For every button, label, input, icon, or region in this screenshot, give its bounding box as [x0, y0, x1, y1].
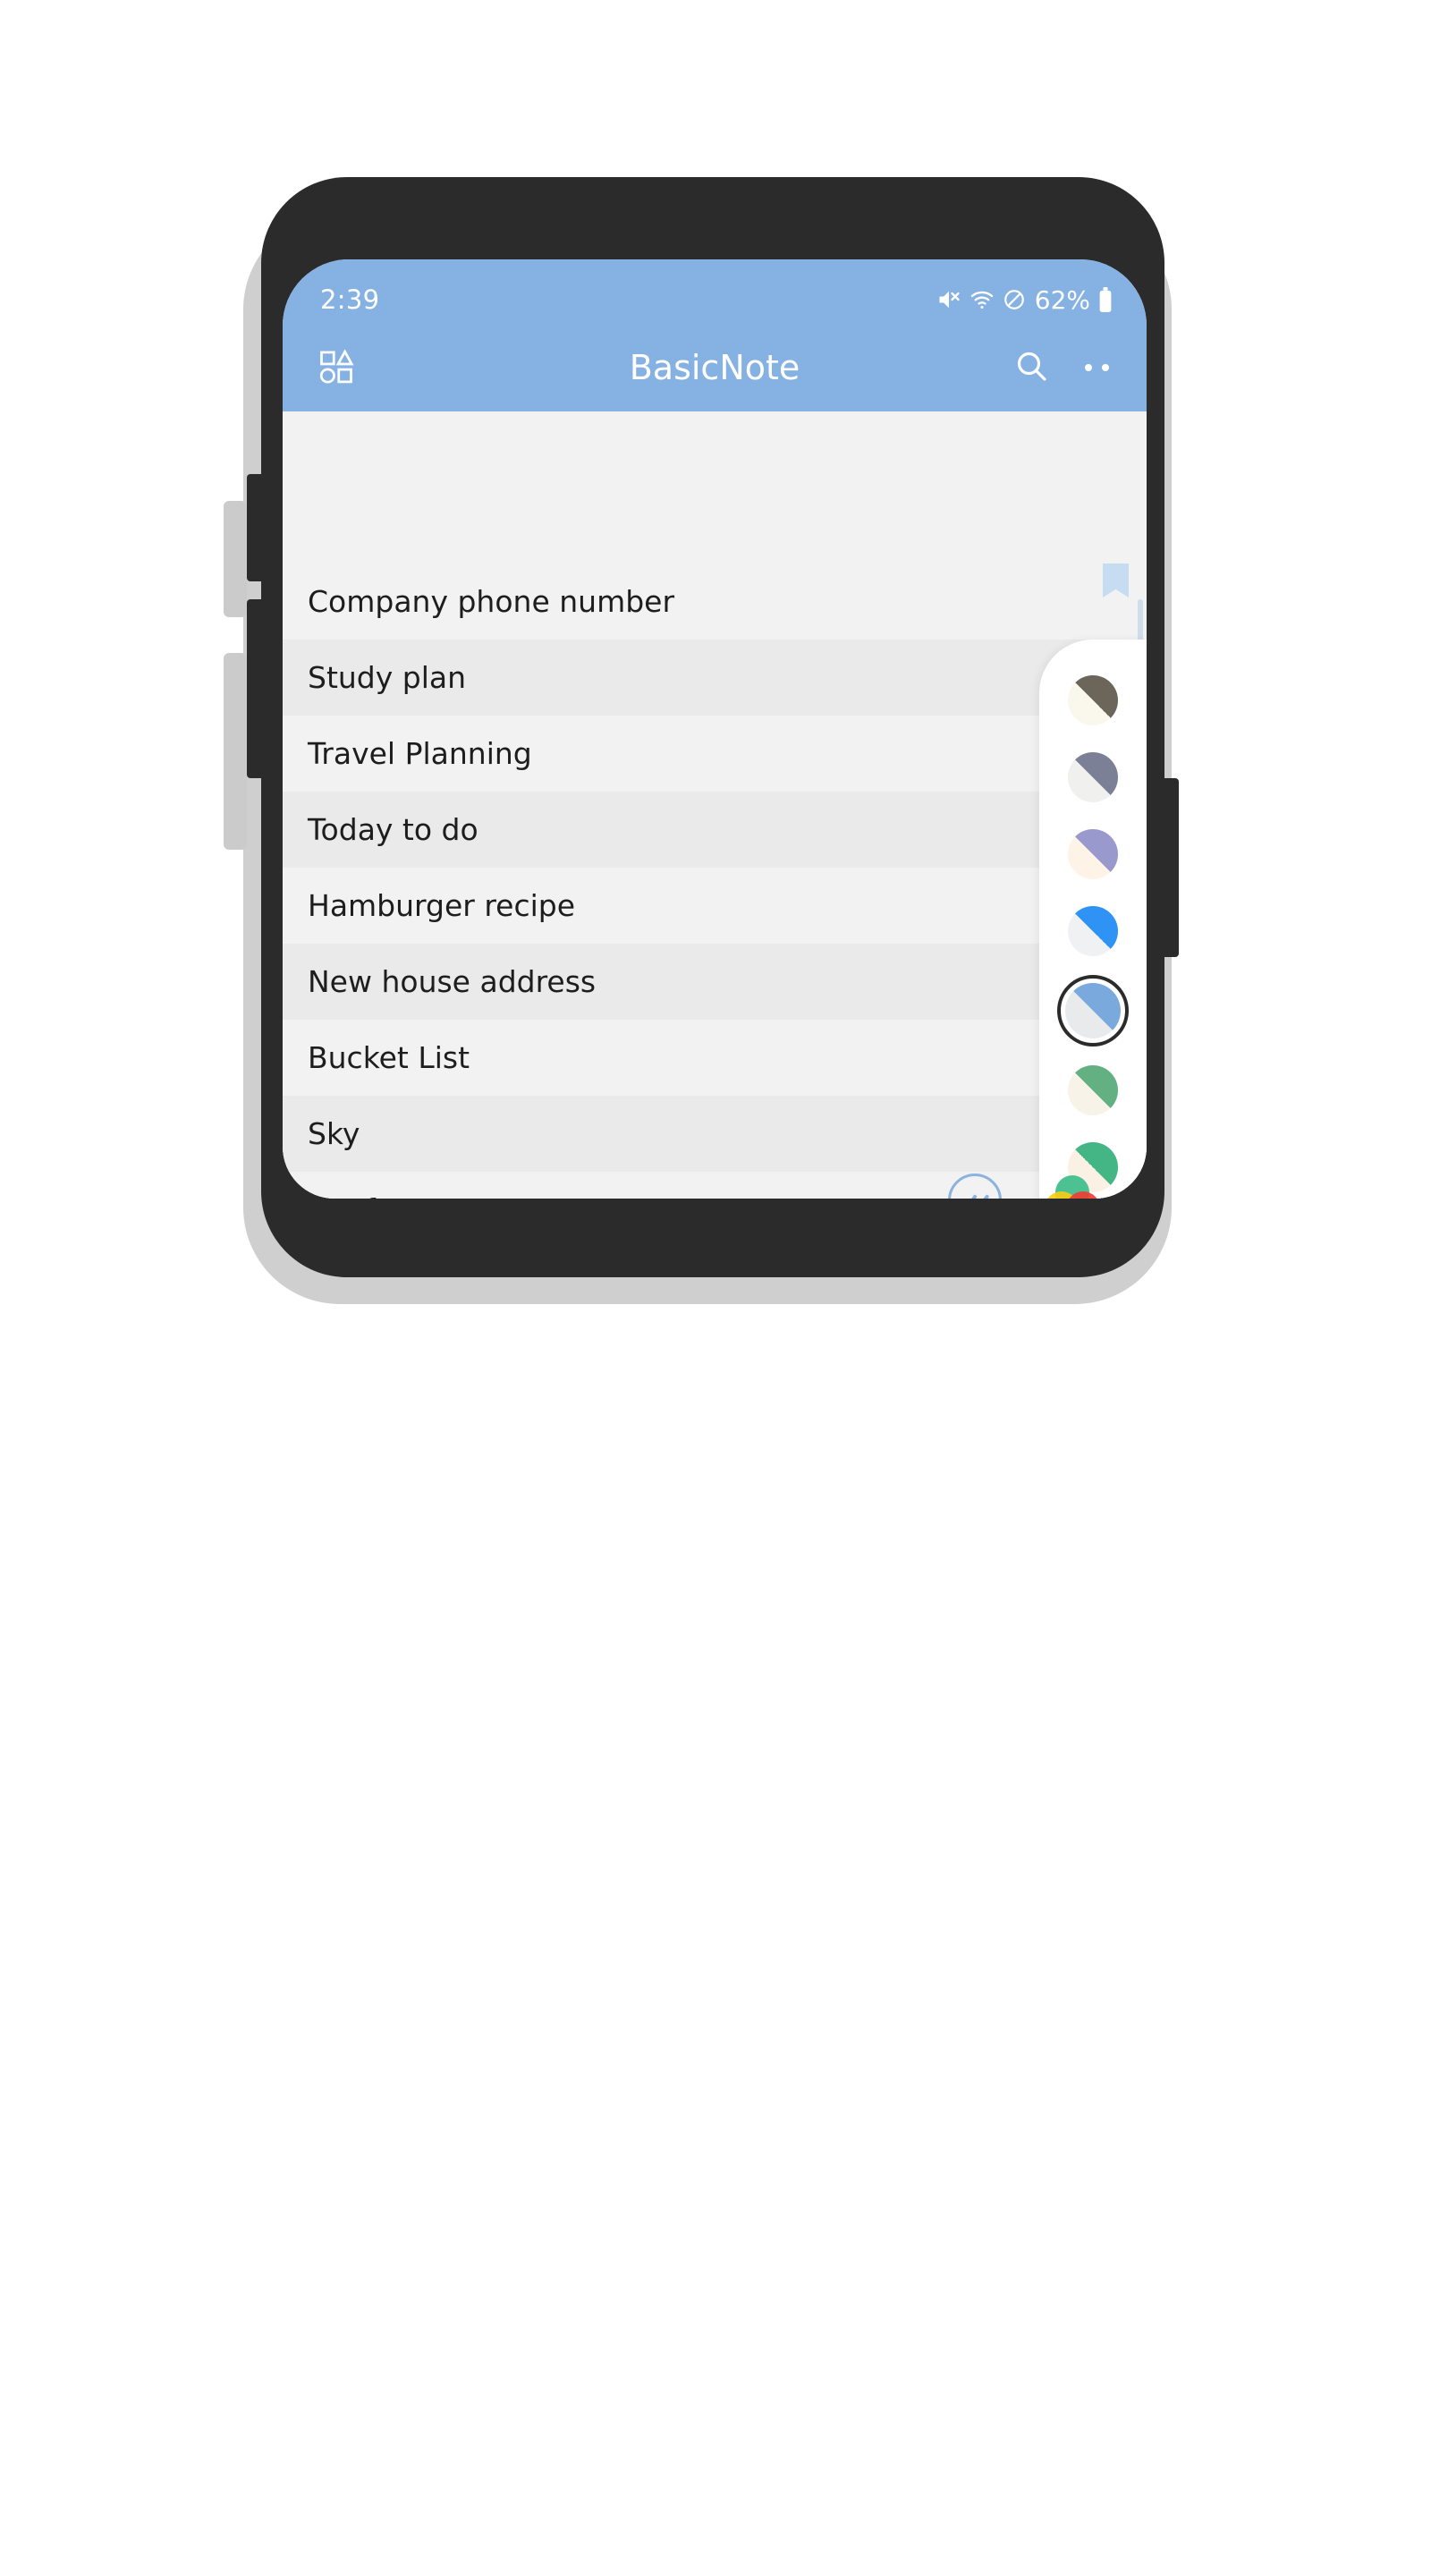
color-swatch-green[interactable] [1068, 1065, 1118, 1115]
device-shadow-nub-top [224, 501, 247, 617]
note-list-item[interactable]: Study plan [283, 640, 1147, 716]
device-shadow-nub-bottom [224, 653, 247, 850]
note-title: Sky [308, 1116, 360, 1151]
color-wheel-icon[interactable] [1045, 1174, 1100, 1199]
battery-percent: 62% [1034, 284, 1090, 315]
color-swatch-bright-blue[interactable] [1068, 906, 1118, 956]
more-options-icon[interactable] [1083, 357, 1111, 378]
app-bar: BasicNote [283, 324, 1147, 411]
note-list-item[interactable]: Today to do [283, 792, 1147, 868]
color-swatch-soft-blue[interactable] [1057, 975, 1129, 1046]
swatch-disc [1068, 1065, 1118, 1115]
note-title: Study plan [308, 660, 467, 695]
mute-icon [936, 287, 961, 312]
app-bar-actions [1013, 348, 1111, 387]
swatch-selection-ring [1057, 975, 1129, 1046]
status-icons: 62% [936, 285, 1113, 315]
do-not-disturb-icon [1003, 288, 1026, 311]
color-swatch-dark-olive[interactable] [1068, 675, 1118, 725]
status-time: 2:39 [320, 284, 380, 315]
wifi-icon [970, 287, 995, 312]
note-list: Company phone number Study plan Travel Pla… [283, 564, 1147, 1199]
volume-down-button[interactable] [247, 599, 267, 778]
volume-up-button[interactable] [247, 474, 267, 581]
double-check-circle-icon[interactable] [948, 1174, 1002, 1199]
phone-screenshot-scene: 2:39 62% BasicNote Company phone number … [0, 0, 1431, 2576]
note-list-item[interactable]: Company phone number [283, 564, 1147, 640]
color-picker-panel [1039, 640, 1147, 1199]
color-swatch-lavender[interactable] [1068, 829, 1118, 879]
swatch-disc [1068, 675, 1118, 725]
status-bar: 2:39 62% [283, 259, 1147, 324]
search-icon[interactable] [1013, 348, 1049, 387]
note-list-item[interactable]: New house address [283, 944, 1147, 1020]
bottom-action-bar [283, 1162, 1147, 1199]
note-list-item[interactable]: Travel Planning [283, 716, 1147, 792]
note-title: Company phone number [308, 584, 675, 619]
swatch-disc [1068, 906, 1118, 956]
color-swatch-slate-grey[interactable] [1068, 752, 1118, 802]
note-title: Bucket List [308, 1040, 470, 1075]
shapes-grid-icon[interactable] [317, 346, 356, 389]
power-button[interactable] [1159, 778, 1179, 957]
note-list-item[interactable]: Sky [283, 1096, 1147, 1172]
battery-icon [1098, 287, 1113, 312]
note-list-item[interactable]: Bucket List [283, 1020, 1147, 1096]
color-swatch-list [1039, 675, 1147, 1199]
content-area: Company phone number Study plan Travel Pla… [283, 411, 1147, 1199]
note-title: Travel Planning [308, 736, 532, 771]
note-list-item[interactable]: Hamburger recipe [283, 868, 1147, 944]
note-title: Today to do [308, 812, 478, 847]
swatch-disc [1068, 752, 1118, 802]
phone-screen: 2:39 62% BasicNote Company phone number … [283, 259, 1147, 1199]
swatch-disc [1068, 829, 1118, 879]
note-title: New house address [308, 964, 597, 999]
note-title: Hamburger recipe [308, 888, 576, 923]
app-bar-leading[interactable] [317, 346, 356, 389]
